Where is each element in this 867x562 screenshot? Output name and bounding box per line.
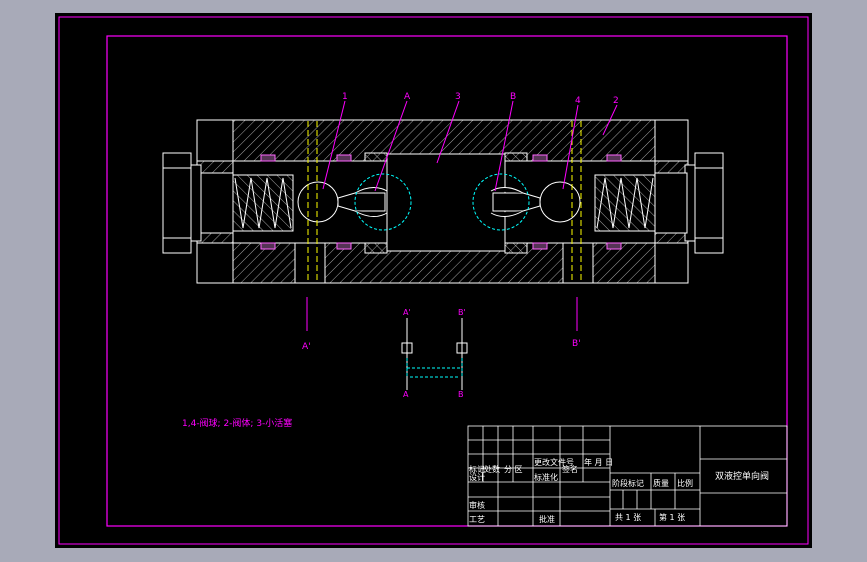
right-spring: [594, 174, 656, 232]
right-valve-ball: [539, 181, 581, 223]
section-lines: [306, 297, 578, 331]
part-label-a: A: [404, 92, 411, 102]
part-label-3: 3: [455, 92, 461, 102]
tb-bili: 比例: [677, 478, 693, 488]
tb-chushu: 处数: [484, 464, 500, 474]
part-label-1: 1: [342, 92, 348, 102]
schematic-label-b-bottom: B: [458, 390, 464, 399]
schematic-label-a-bottom: A: [403, 390, 409, 399]
left-valve-ball: [297, 181, 339, 223]
tb-nianyueri: 年 月 日: [584, 457, 613, 467]
part-label-2: 2: [613, 96, 619, 106]
schematic-label-b-top: B': [458, 308, 466, 317]
section-label-a: A': [302, 342, 311, 352]
tb-qianming: 签名: [562, 464, 578, 474]
parts-note: 1,4-阀球; 2-阀体; 3-小活塞: [182, 417, 292, 429]
tb-zhongliang: 质量: [653, 478, 669, 488]
section-label-b: B': [572, 339, 581, 349]
left-spring: [232, 174, 294, 232]
tb-jieduan: 阶段标记: [612, 478, 644, 488]
tb-sheji: 设计: [469, 472, 485, 482]
drawing-sheet: A' B' 1 A 3 B 4 2 A' B' A B 1,4-阀球; 2-阀体…: [55, 13, 812, 548]
part-label-4: 4: [575, 96, 581, 106]
schematic-label-a-top: A': [403, 308, 411, 317]
drawing-title: 双液控单向阀: [715, 470, 769, 482]
tb-gongyi: 工艺: [469, 515, 485, 524]
tb-pizhun: 批准: [539, 514, 555, 524]
tb-fenqu: 分 区: [504, 465, 523, 474]
hydraulic-schematic: [401, 318, 468, 390]
drawing-canvas: A' B' 1 A 3 B 4 2 A' B' A B 1,4-阀球; 2-阀体…: [58, 16, 809, 545]
tb-shenhe: 审核: [469, 500, 485, 510]
tb-di: 第 1 张: [659, 512, 685, 522]
tb-gong: 共 1 张: [615, 513, 641, 522]
part-label-b: B: [510, 92, 516, 102]
tb-biaozhunhua: 标准化: [534, 472, 558, 482]
title-block-text: 标记 处数 分 区 更改文件号 签名 年 月 日 设计 标准化 阶段标记 质量 …: [469, 457, 769, 524]
